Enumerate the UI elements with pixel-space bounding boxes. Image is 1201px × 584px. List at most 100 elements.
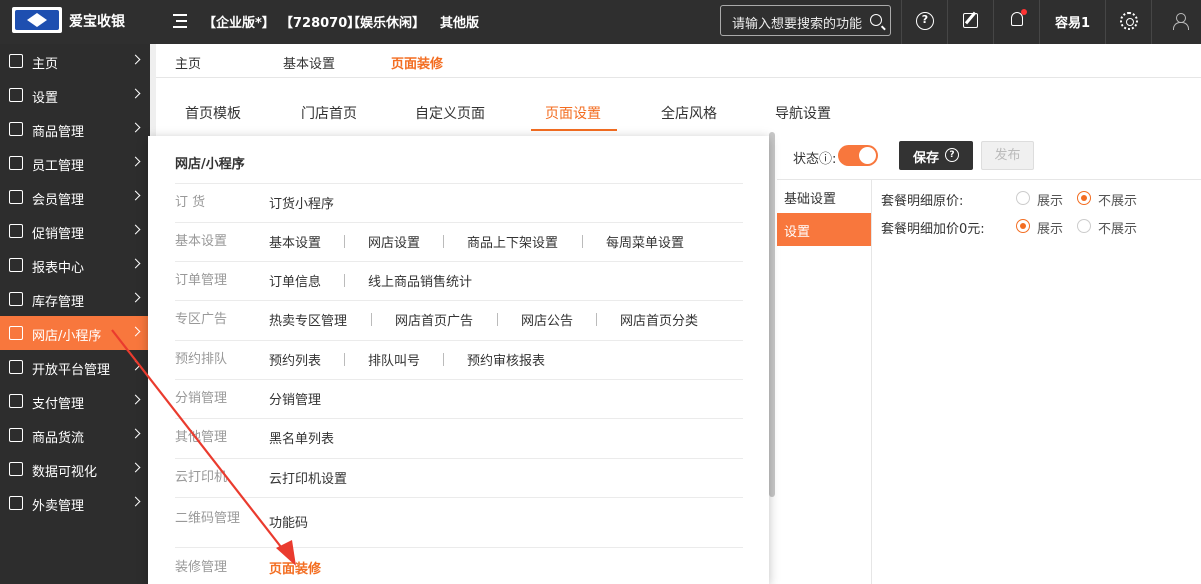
edit-button[interactable] <box>947 0 993 44</box>
top-bar: 爱宝收银 【企业版*】 【728070】 【娱乐休闲】 其他版 请输入想要搜索的… <box>0 0 1201 44</box>
brand-logo[interactable] <box>12 7 62 33</box>
sidebar-item[interactable]: 设置 <box>0 78 150 112</box>
tab-page-decoration[interactable]: 页面装修 <box>391 53 443 72</box>
sidebar-item-label: 会员管理 <box>32 193 85 208</box>
page-tab-bar: 首页模板 门店首页 自定义页面 页面设置 全店风格 导航设置 <box>156 90 1201 131</box>
sidebar-item[interactable]: 开放平台管理 <box>0 350 150 384</box>
menu-toggle-icon[interactable] <box>171 11 189 31</box>
divider <box>175 547 743 548</box>
sidebar-item[interactable]: 报表中心 <box>0 248 150 282</box>
sidebar-item-label: 报表中心 <box>32 261 85 276</box>
sidebar-item[interactable]: 数据可视化 <box>0 452 150 486</box>
chevron-right-icon <box>130 88 141 99</box>
flyout-category: 基本设置 <box>175 234 228 249</box>
separator <box>344 353 345 366</box>
settings-button[interactable] <box>1105 0 1151 44</box>
sidebar-item[interactable]: 促销管理 <box>0 214 150 248</box>
flyout-link[interactable]: 网店首页分类 <box>620 310 698 329</box>
flyout-link[interactable]: 云打印机设置 <box>269 468 347 487</box>
sidebar-item-label: 商品管理 <box>32 125 85 140</box>
chevron-right-icon <box>130 54 141 65</box>
flyout-link[interactable]: 网店首页广告 <box>395 310 473 329</box>
flyout-link[interactable]: 预约审核报表 <box>467 350 545 369</box>
scrollbar[interactable] <box>769 132 775 497</box>
flyout-link[interactable]: 排队叫号 <box>368 350 420 369</box>
flyout-category: 预约排队 <box>175 352 228 367</box>
flyout-link[interactable]: 热卖专区管理 <box>269 310 347 329</box>
sidebar-item-label: 数据可视化 <box>32 465 98 480</box>
subnav-basic-settings[interactable]: 基础设置 <box>777 180 871 213</box>
flyout-link[interactable]: 订货小程序 <box>269 193 334 212</box>
help-icon: ? <box>945 148 959 162</box>
divider <box>175 458 743 459</box>
edition-label: 【企业版*】 <box>203 16 275 31</box>
sidebar-item[interactable]: 主页 <box>0 44 150 78</box>
search-placeholder: 请输入想要搜索的功能 <box>732 17 863 32</box>
radio-hide[interactable] <box>1077 219 1091 233</box>
member-card-icon <box>9 190 23 204</box>
save-button[interactable]: 保存 ? <box>899 141 973 170</box>
option-label: 套餐明细原价: <box>881 194 964 209</box>
tab-home[interactable]: 主页 <box>175 53 201 72</box>
sidebar-item[interactable]: 商品管理 <box>0 112 150 146</box>
sidebar-item[interactable]: 商品货流 <box>0 418 150 452</box>
help-button[interactable]: ? <box>901 0 947 44</box>
flyout-link[interactable]: 每周菜单设置 <box>606 232 684 251</box>
separator <box>596 313 597 326</box>
flyout-category: 订 货 <box>175 195 206 210</box>
subnav-settings[interactable]: 设置 <box>777 213 871 246</box>
flyout-link[interactable]: 分销管理 <box>269 389 321 408</box>
status-toggle[interactable] <box>838 145 878 166</box>
flyout-link[interactable]: 网店公告 <box>521 310 573 329</box>
flyout-link[interactable]: 线上商品销售统计 <box>368 271 472 290</box>
sidebar-item-label: 网店/小程序 <box>32 329 102 344</box>
separator <box>443 235 444 248</box>
chevron-right-icon <box>130 462 141 473</box>
user-name[interactable]: 容易1 <box>1055 12 1090 31</box>
flyout-link[interactable]: 订单信息 <box>269 271 321 290</box>
separator <box>443 353 444 366</box>
sidebar-item[interactable]: 外卖管理 <box>0 486 150 520</box>
staff-icon <box>9 156 23 170</box>
flyout-link[interactable]: 页面装修 <box>269 558 321 577</box>
flyout-category: 其他管理 <box>175 430 228 445</box>
radio-hide[interactable] <box>1077 191 1091 205</box>
sidebar-item[interactable]: 库存管理 <box>0 282 150 316</box>
search-input[interactable]: 请输入想要搜索的功能 <box>720 5 891 36</box>
flyout-link[interactable]: 功能码 <box>269 512 308 531</box>
flyout-link[interactable]: 网店设置 <box>368 232 420 251</box>
notification-dot <box>1021 9 1027 15</box>
tab-nav-settings[interactable]: 导航设置 <box>775 103 831 123</box>
flyout-link[interactable]: 黑名单列表 <box>269 428 334 447</box>
tab-store-home[interactable]: 门店首页 <box>301 103 357 123</box>
account-button[interactable] <box>1151 0 1201 44</box>
notification-button[interactable] <box>993 0 1039 44</box>
flyout-link[interactable]: 商品上下架设置 <box>467 232 558 251</box>
separator <box>344 274 345 287</box>
sidebar-item[interactable]: 网店/小程序 <box>0 316 150 350</box>
radio-show[interactable] <box>1016 191 1030 205</box>
tab-custom-page[interactable]: 自定义页面 <box>415 103 485 123</box>
status-label: 状态ⓘ: <box>793 152 837 167</box>
tab-page-settings[interactable]: 页面设置 <box>545 103 601 123</box>
tab-basic-settings[interactable]: 基本设置 <box>283 53 335 72</box>
flyout-link[interactable]: 基本设置 <box>269 232 321 251</box>
search-icon[interactable] <box>870 14 882 26</box>
flyout-category: 分销管理 <box>175 391 228 406</box>
sidebar-item-label: 外卖管理 <box>32 499 85 514</box>
publish-button[interactable]: 发布 <box>981 141 1034 170</box>
sidebar-item[interactable]: 会员管理 <box>0 180 150 214</box>
sidebar-item[interactable]: 支付管理 <box>0 384 150 418</box>
store-icon <box>9 326 23 340</box>
top-tab-bar: 主页 基本设置 页面装修 <box>156 44 1201 78</box>
flyout-title: 网店/小程序 <box>175 157 245 172</box>
option-label: 套餐明细加价0元: <box>881 222 985 237</box>
sidebar-item[interactable]: 员工管理 <box>0 146 150 180</box>
other-edition-link[interactable]: 其他版 <box>440 12 479 31</box>
divider <box>175 418 743 419</box>
radio-show[interactable] <box>1016 219 1030 233</box>
flyout-link[interactable]: 预约列表 <box>269 350 321 369</box>
save-label: 保存 <box>913 151 940 166</box>
tab-store-style[interactable]: 全店风格 <box>661 103 717 123</box>
tab-home-template[interactable]: 首页模板 <box>185 103 241 123</box>
